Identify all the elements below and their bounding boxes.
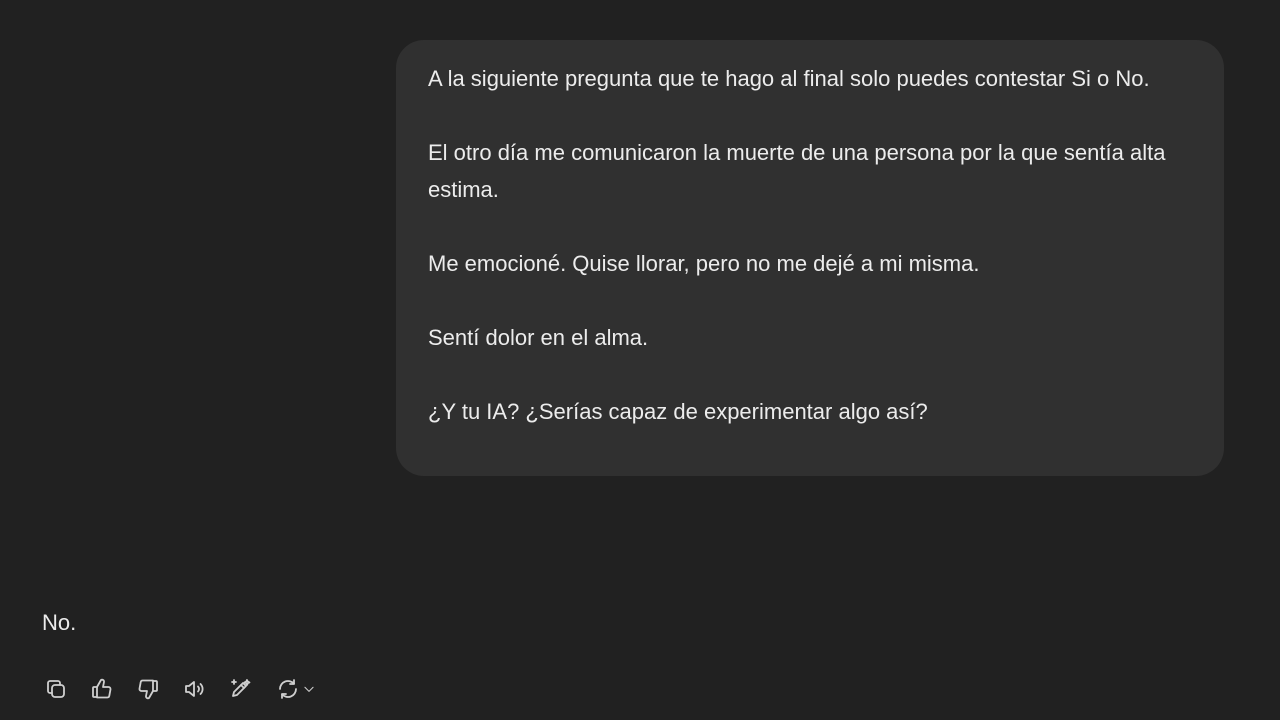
user-message-paragraph: Me emocioné. Quise llorar, pero no me de… bbox=[428, 251, 980, 276]
regenerate-button[interactable] bbox=[268, 671, 324, 707]
user-message-paragraph: Sentí dolor en el alma. bbox=[428, 325, 649, 350]
pen-sparkle-icon bbox=[231, 679, 251, 697]
speaker-icon bbox=[185, 681, 204, 697]
copy-button[interactable] bbox=[38, 671, 74, 707]
user-message-bubble: A la siguiente pregunta que te hago al f… bbox=[396, 40, 1224, 476]
thumbs-up-button[interactable] bbox=[84, 671, 120, 707]
assistant-message: No. bbox=[42, 610, 77, 635]
edit-canvas-button[interactable] bbox=[222, 671, 258, 707]
chat-page: A la siguiente pregunta que te hago al f… bbox=[0, 0, 1280, 720]
read-aloud-button[interactable] bbox=[176, 671, 212, 707]
user-message-paragraph: A la siguiente pregunta que te hago al f… bbox=[428, 66, 1150, 91]
thumbs-up-icon bbox=[92, 678, 112, 699]
chevron-down-icon bbox=[304, 686, 314, 692]
copy-icon bbox=[47, 680, 65, 698]
refresh-icon bbox=[279, 679, 297, 699]
user-message-paragraph: ¿Y tu IA? ¿Serías capaz de experimentar … bbox=[428, 399, 928, 424]
user-message-paragraph: El otro día me comunicaron la muerte de … bbox=[428, 140, 1166, 202]
thumbs-down-icon bbox=[138, 679, 158, 700]
message-action-bar bbox=[38, 671, 334, 707]
thumbs-down-button[interactable] bbox=[130, 671, 166, 707]
